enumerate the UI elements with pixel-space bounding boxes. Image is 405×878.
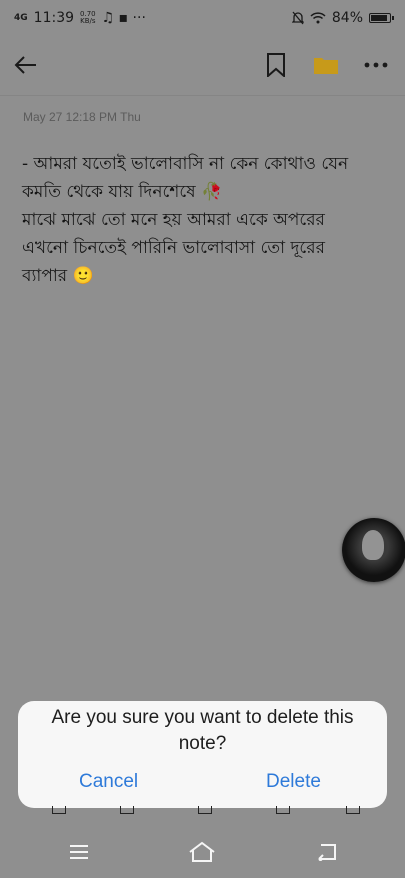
home-icon xyxy=(189,841,215,862)
return-icon xyxy=(318,844,336,861)
bookmark-button[interactable] xyxy=(260,50,292,80)
system-nav-bar xyxy=(0,826,405,878)
back-button[interactable] xyxy=(10,50,42,80)
cancel-button[interactable]: Cancel xyxy=(79,771,138,793)
system-back-button[interactable] xyxy=(311,838,341,866)
edit-tool-2[interactable] xyxy=(120,806,134,814)
arrow-left-icon xyxy=(14,56,36,74)
notification-icons: ♫ ▪ ··· xyxy=(101,10,146,26)
edit-tool-1[interactable] xyxy=(52,806,66,814)
folder-icon xyxy=(314,58,338,74)
home-button[interactable] xyxy=(187,838,217,866)
status-bar: 4G 11:39 0.70 KB/s ♫ ▪ ··· 84% xyxy=(0,0,405,36)
edit-tool-5[interactable] xyxy=(346,806,360,814)
mute-icon xyxy=(291,11,304,25)
net-speed-unit: KB/s xyxy=(80,17,96,25)
note-timestamp: May 27 12:18 PM Thu xyxy=(23,110,141,124)
dialog-message: Are you sure you want to delete this not… xyxy=(51,707,354,754)
network-type: 4G xyxy=(14,12,28,23)
folder-button[interactable] xyxy=(310,50,342,80)
delete-button[interactable]: Delete xyxy=(266,771,321,793)
status-right: 84% xyxy=(291,10,394,26)
battery-percent: 84% xyxy=(331,10,363,26)
clock: 11:39 xyxy=(33,10,75,26)
battery-icon xyxy=(369,13,394,23)
edit-tool-4[interactable] xyxy=(276,806,290,814)
menu-icon xyxy=(70,845,88,859)
note-body[interactable]: - আমরা যতোই ভালোবাসি না কেন কোথাও যেন কম… xyxy=(22,150,377,290)
status-left: 4G 11:39 0.70 KB/s ♫ ▪ ··· xyxy=(14,10,146,26)
net-speed: 0.70 KB/s xyxy=(80,11,96,25)
floating-avatar-bubble[interactable] xyxy=(342,518,405,582)
more-icon xyxy=(364,62,388,68)
bottom-edit-toolbar xyxy=(0,806,405,818)
note-toolbar xyxy=(0,40,405,90)
toolbar-divider xyxy=(0,95,405,96)
more-button[interactable] xyxy=(360,50,392,80)
wifi-icon xyxy=(310,12,326,24)
recents-button[interactable] xyxy=(64,838,94,866)
delete-confirm-dialog: Are you sure you want to delete this not… xyxy=(18,701,387,808)
edit-tool-3[interactable] xyxy=(198,806,212,814)
bookmark-icon xyxy=(267,53,285,77)
